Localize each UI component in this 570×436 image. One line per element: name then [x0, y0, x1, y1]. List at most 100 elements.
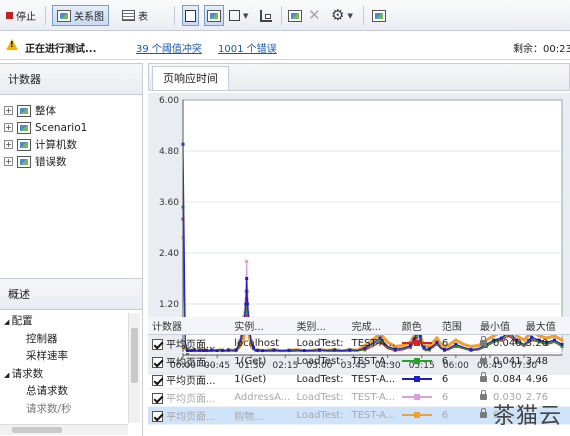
legend-min: 0.084 — [493, 373, 522, 385]
chart-icon — [207, 9, 221, 22]
tab-page-response-time[interactable]: 页响应时间 — [152, 66, 229, 90]
overview-label: 控制器 — [26, 332, 58, 345]
overview-item[interactable]: 控制器 — [26, 331, 58, 348]
hierarchy-button[interactable] — [260, 5, 272, 26]
toolbar: 停止 关系图 表 ▼ ✕ ⚙ ▼ — [0, 0, 570, 31]
lock-icon[interactable] — [480, 389, 487, 400]
series-checkbox[interactable] — [152, 393, 163, 404]
hscroll-thumb[interactable] — [12, 427, 62, 433]
series-checkbox[interactable] — [152, 411, 163, 422]
counter-tree-item[interactable]: + 计算机数 — [4, 136, 77, 153]
legend-cell: TEST-A... — [347, 388, 398, 407]
color-swatch[interactable] — [401, 339, 432, 346]
left-pane: 计数器 + 整体 + Scenario1 + 计算机数 + 错误数 概述 ◢ 配置 控制器 采样速… — [0, 63, 143, 436]
legend-column-header[interactable]: 计数器 — [148, 317, 231, 335]
series-checkbox[interactable] — [152, 339, 163, 350]
threshold-violations-link[interactable]: 39 个阈值冲突 — [136, 40, 202, 55]
counter-tree-label: 错误数 — [35, 156, 67, 168]
legend-cell: 平均页面... — [148, 370, 231, 389]
overview-panel-header: 概述 — [0, 278, 142, 310]
lock-icon[interactable] — [480, 353, 487, 364]
legend-column-header[interactable]: 最大值 — [521, 317, 570, 335]
running-status: 正在进行测试... — [25, 44, 97, 55]
legend-cell — [397, 334, 438, 353]
legend-column-header[interactable]: 实例... — [230, 317, 293, 335]
counter-tree-item[interactable]: + Scenario1 — [4, 119, 87, 136]
table-view-button[interactable]: 表 — [122, 5, 148, 26]
legend-cell: 平均页面... — [148, 334, 231, 353]
counter-tree-label: 整体 — [35, 105, 56, 117]
layout-dropdown-button[interactable]: ▼ — [229, 5, 248, 26]
legend-cell: 1(Get) — [230, 352, 293, 371]
legend-row[interactable]: 平均页面... localhost LoadTest: TEST-A... 6 0.040… — [148, 334, 570, 353]
overview-group[interactable]: ◢ 配置 — [4, 313, 33, 330]
overview-item[interactable]: 采样速率 — [26, 348, 68, 365]
color-swatch[interactable] — [401, 411, 432, 418]
chart-panel-button[interactable] — [204, 5, 224, 26]
panel-icon — [185, 9, 196, 22]
legend-cell: TEST-A... — [347, 370, 398, 389]
horizontal-scrollbar[interactable] — [0, 424, 128, 435]
legend-cell: 平均页面... — [148, 388, 231, 407]
lock-icon[interactable] — [480, 371, 487, 382]
legend-max: 3.20 — [521, 334, 570, 353]
legend-cell — [397, 388, 438, 407]
overview-item[interactable]: 请求数/秒 — [26, 401, 72, 418]
color-swatch[interactable] — [401, 357, 432, 364]
counter-name: 平均页面... — [166, 357, 216, 369]
legend-column-header[interactable]: 类别... — [292, 317, 348, 335]
color-swatch[interactable] — [401, 393, 432, 400]
scrollbar-thumb[interactable] — [131, 328, 138, 383]
delete-button[interactable]: ✕ — [308, 5, 321, 26]
overview-scrollbar[interactable] — [128, 313, 140, 423]
collapse-icon[interactable]: ◢ — [4, 371, 12, 379]
overview-label: 配置 — [11, 315, 33, 327]
overview-group[interactable]: ◢ 请求数 — [4, 366, 43, 383]
stop-button[interactable]: 停止 — [6, 5, 36, 26]
y-tick-label: 2.40 — [159, 249, 179, 259]
counter-tree-item[interactable]: + 整体 — [4, 102, 56, 119]
legend-header-row: 计数器 实例... 类别... 完成... 颜色 范围 最小值 最大值 — [148, 317, 570, 335]
counter-tree-item[interactable]: + 错误数 — [4, 153, 67, 170]
collapse-icon[interactable]: ◢ — [4, 318, 12, 326]
settings-button[interactable]: ⚙ ▼ — [331, 5, 353, 26]
data-point — [245, 260, 249, 263]
add-counter-button[interactable] — [288, 5, 302, 26]
expand-icon[interactable]: + — [4, 106, 13, 115]
legend-cell: AddressA... — [230, 388, 293, 407]
errors-link[interactable]: 1001 个错误 — [218, 40, 277, 55]
counter-tree: + 整体 + Scenario1 + 计算机数 + 错误数 — [0, 95, 142, 275]
lock-icon[interactable] — [480, 407, 487, 418]
toolbar-separator — [45, 6, 46, 25]
legend-cell: 购物... — [230, 406, 293, 425]
data-point — [245, 302, 249, 306]
series-checkbox[interactable] — [152, 357, 163, 368]
legend-column-header[interactable]: 完成... — [347, 317, 398, 335]
overview-item[interactable]: 总请求数 — [26, 383, 68, 400]
legend-max: 3.48 — [521, 352, 570, 371]
legend-row[interactable]: 平均页面... 1(Get) LoadTest: TEST-A... 6 0.041 3.4… — [148, 352, 570, 371]
single-panel-button[interactable] — [182, 5, 199, 26]
legend-column-header[interactable]: 范围 — [437, 317, 476, 335]
square-icon — [229, 10, 240, 21]
legend-cell: TEST-A... — [347, 334, 398, 353]
graph-view-button[interactable]: 关系图 — [52, 5, 109, 26]
legend-row[interactable]: 平均页面... 1(Get) LoadTest: TEST-A... 6 0.084 4.9… — [148, 370, 570, 389]
close-icon: ✕ — [308, 6, 321, 24]
legend-column-header[interactable]: 最小值 — [476, 317, 522, 335]
legend-cell: TEST-A... — [347, 352, 398, 371]
expand-icon[interactable]: + — [4, 157, 13, 166]
hierarchy-icon — [260, 9, 272, 22]
lock-icon[interactable] — [480, 335, 487, 346]
legend-cell — [397, 406, 438, 425]
expand-icon[interactable]: + — [4, 140, 13, 149]
color-swatch[interactable] — [401, 375, 432, 382]
legend-cell: localhost — [230, 334, 293, 353]
expand-icon[interactable]: + — [4, 123, 13, 132]
legend-range: 6 — [437, 406, 476, 425]
counters-panel-header: 计数器 — [0, 63, 142, 95]
series-checkbox[interactable] — [152, 375, 163, 386]
export-button[interactable] — [372, 5, 386, 26]
legend-cell: LoadTest: — [292, 370, 348, 389]
legend-column-header[interactable]: 颜色 — [397, 317, 438, 335]
